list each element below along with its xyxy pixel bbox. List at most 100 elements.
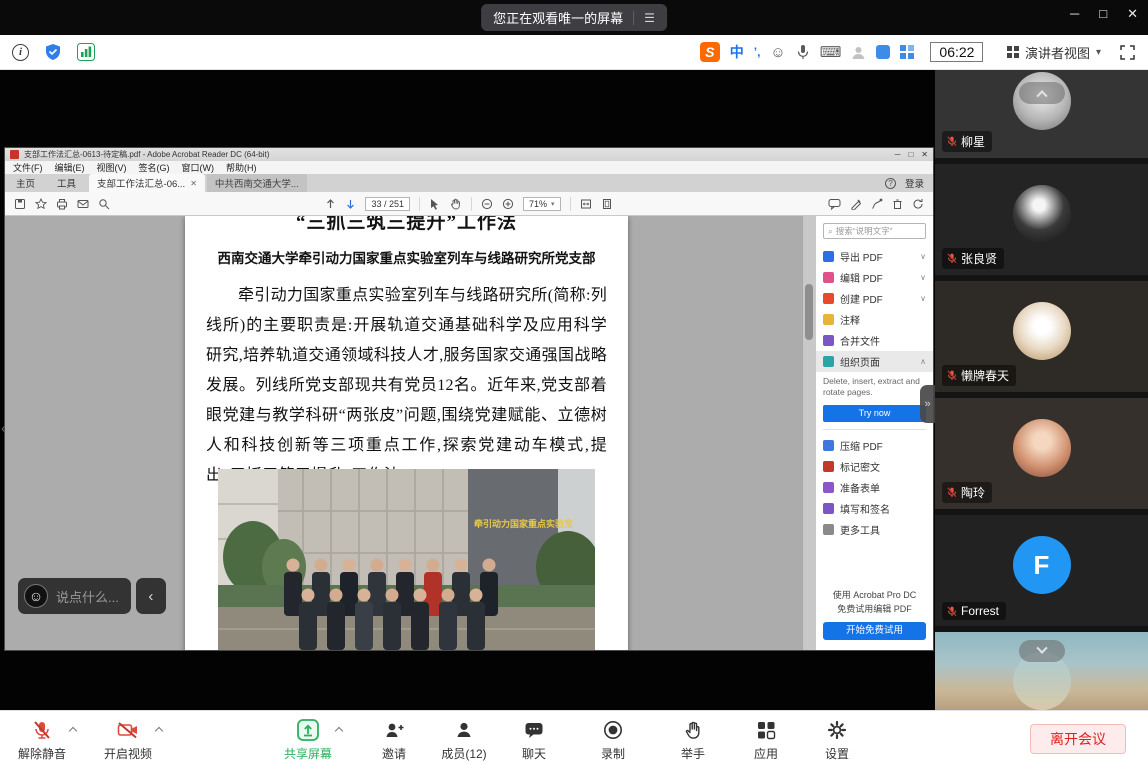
account-tray-icon[interactable] — [851, 45, 866, 60]
print-icon[interactable] — [56, 198, 68, 210]
record-button[interactable]: 录制 — [573, 716, 653, 762]
emoji-icon[interactable]: ☺ — [24, 584, 48, 608]
sogou-input-icon[interactable]: S — [700, 42, 720, 62]
page-up-icon[interactable] — [325, 198, 336, 210]
sidebar-collapse-handle[interactable]: » — [920, 385, 935, 423]
tool-edit-pdf[interactable]: 编辑 PDF ∨ — [823, 267, 926, 288]
acrobat-titlebar[interactable]: 支部工作法汇总-0613-待定稿.pdf - Adobe Acrobat Rea… — [5, 148, 933, 161]
tool-export-pdf[interactable]: 导出 PDF ∨ — [823, 246, 926, 267]
participant-tile[interactable]: 张良贤 — [935, 164, 1148, 275]
acrobat-close-button[interactable]: ✕ — [921, 150, 928, 159]
tab-close-icon[interactable]: ✕ — [190, 179, 197, 188]
layout-grid-icon[interactable] — [900, 45, 914, 59]
view-mode-select[interactable]: 演讲者视图 ▾ — [1007, 43, 1101, 62]
shield-icon[interactable] — [44, 43, 62, 61]
participant-tile[interactable]: 陶玲 — [935, 398, 1148, 509]
chat-input[interactable]: ☺ 说点什么... — [18, 578, 131, 614]
participant-tile[interactable]: F Forrest — [935, 515, 1148, 626]
participant-tile[interactable] — [935, 632, 1148, 710]
skin-icon[interactable] — [876, 45, 890, 59]
tool-comment[interactable]: 注释 — [823, 309, 926, 330]
tab-home[interactable]: 主页 — [5, 174, 46, 192]
tool-create-pdf[interactable]: 创建 PDF ∨ — [823, 288, 926, 309]
comment-icon[interactable] — [828, 198, 841, 210]
apps-button[interactable]: 应用 — [726, 716, 806, 762]
acrobat-maximize-button[interactable]: □ — [908, 150, 913, 159]
scrollbar-thumb[interactable] — [805, 284, 813, 340]
menu-sign[interactable]: 签名(G) — [139, 161, 170, 174]
acrobat-minimize-button[interactable]: ─ — [895, 150, 901, 159]
menu-window[interactable]: 窗口(W) — [182, 161, 215, 174]
fill-sign-icon[interactable] — [871, 198, 883, 210]
highlight-icon[interactable] — [850, 198, 862, 210]
start-video-button[interactable]: 开启视频 — [88, 716, 168, 762]
fullscreen-icon[interactable] — [1119, 44, 1136, 61]
window-minimize-button[interactable]: ─ — [1070, 6, 1079, 22]
leave-meeting-button[interactable]: 离开会议 — [1030, 724, 1126, 754]
share-screen-button[interactable]: 共享屏幕 — [268, 716, 348, 762]
tab-document-active[interactable]: 支部工作法汇总-06... ✕ — [89, 174, 205, 192]
participant-tile[interactable]: 柳星 — [935, 70, 1148, 158]
tool-redact[interactable]: 标记密文 — [823, 456, 926, 477]
unmute-button[interactable]: 解除静音 — [2, 716, 82, 762]
page-down-icon[interactable] — [345, 198, 356, 210]
zoom-out-icon[interactable] — [481, 198, 493, 210]
tools-search-input[interactable]: ⌕ 搜索“说明文字” — [823, 223, 926, 239]
fit-width-icon[interactable] — [580, 198, 592, 210]
scroll-down-button[interactable] — [1019, 640, 1065, 662]
select-tool-icon[interactable] — [429, 198, 441, 210]
screen-watch-banner[interactable]: 您正在观看唯一的屏幕 ☰ — [481, 4, 667, 31]
participant-tile[interactable]: 懒牌春天 — [935, 281, 1148, 392]
mail-icon[interactable] — [77, 198, 89, 210]
tool-fill-sign[interactable]: 填写和签名 — [823, 498, 926, 519]
star-icon[interactable] — [35, 198, 47, 210]
tool-organize-pages[interactable]: 组织页面 ∧ — [816, 351, 933, 372]
tool-prepare-form[interactable]: 准备表单 — [823, 477, 926, 498]
zoom-level-select[interactable]: 71% ▾ — [523, 197, 561, 211]
menu-file[interactable]: 文件(F) — [13, 161, 43, 174]
refresh-icon[interactable] — [912, 198, 924, 210]
voice-input-icon[interactable] — [796, 44, 810, 60]
menu-edit[interactable]: 编辑(E) — [55, 161, 85, 174]
info-icon[interactable]: i — [12, 44, 29, 61]
window-close-button[interactable]: ✕ — [1127, 6, 1138, 22]
tool-combine-files[interactable]: 合并文件 — [823, 330, 926, 351]
stats-chart-icon[interactable] — [77, 43, 95, 61]
try-now-button[interactable]: Try now — [823, 405, 926, 422]
window-maximize-button[interactable]: □ — [1099, 6, 1107, 22]
save-icon[interactable] — [14, 198, 26, 210]
invite-button[interactable]: 邀请 — [354, 716, 434, 762]
mic-options-caret[interactable] — [69, 727, 77, 735]
members-button[interactable]: 成员(12) — [424, 716, 504, 762]
scroll-up-button[interactable] — [1019, 82, 1065, 104]
prev-arrow-icon[interactable]: ‹ — [1, 420, 6, 437]
tool-compress-pdf[interactable]: 压缩 PDF — [823, 435, 926, 456]
menu-view[interactable]: 视图(V) — [97, 161, 127, 174]
language-mode-icon[interactable]: 中 — [730, 42, 744, 62]
banner-menu-icon[interactable]: ☰ — [644, 11, 655, 25]
menu-help[interactable]: 帮助(H) — [226, 161, 257, 174]
emoji-tray-icon[interactable]: ☺ — [770, 44, 785, 61]
tab-document-2[interactable]: 中共西南交通大学... — [207, 174, 307, 192]
punctuation-icon[interactable]: ’, — [754, 45, 761, 59]
chat-button[interactable]: 聊天 — [494, 716, 574, 762]
video-options-caret[interactable] — [155, 727, 163, 735]
settings-button[interactable]: 设置 — [797, 716, 877, 762]
share-screen-icon — [296, 718, 320, 742]
tab-tools[interactable]: 工具 — [46, 174, 87, 192]
page-number-field[interactable]: 33 / 251 — [365, 197, 410, 211]
raise-hand-button[interactable]: 举手 — [653, 716, 733, 762]
search-icon[interactable] — [98, 198, 110, 210]
keyboard-icon[interactable]: ⌨ — [820, 43, 842, 61]
sign-in-link[interactable]: 登录 — [905, 176, 924, 190]
delete-icon[interactable] — [892, 198, 903, 210]
help-icon[interactable]: ? — [885, 178, 896, 189]
zoom-in-icon[interactable] — [502, 198, 514, 210]
start-free-trial-button[interactable]: 开始免费试用 — [823, 622, 926, 640]
tool-more-tools[interactable]: 更多工具 — [823, 519, 926, 540]
share-options-caret[interactable] — [335, 727, 343, 735]
hand-tool-icon[interactable] — [450, 198, 462, 210]
chat-collapse-button[interactable]: ‹ — [136, 578, 166, 614]
vertical-scrollbar[interactable] — [802, 216, 815, 650]
fit-page-icon[interactable] — [601, 198, 613, 210]
